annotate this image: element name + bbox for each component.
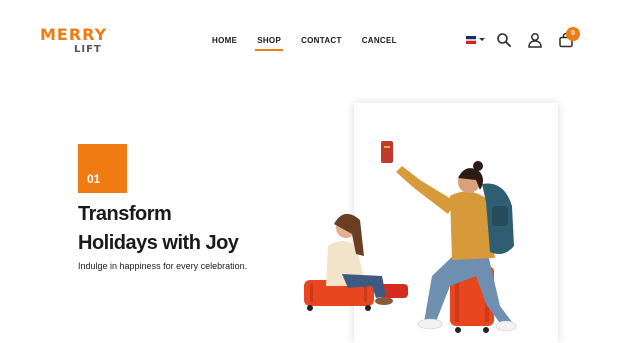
slide-number: 01: [87, 172, 101, 186]
nav-shop[interactable]: SHOP: [255, 34, 284, 51]
cart-count-badge: 0: [566, 27, 580, 41]
hero-title-line-2: Holidays with Joy: [78, 232, 239, 254]
logo-bottom-text: LIFT: [74, 44, 102, 55]
hero-title: Transform Holidays with Joy: [78, 200, 239, 258]
site-header: MERRY LIFT HOME SHOP CONTACT CANCEL 0: [0, 0, 620, 80]
nav-cancel[interactable]: CANCEL: [360, 34, 399, 51]
main-nav: HOME SHOP CONTACT CANCEL: [210, 34, 415, 51]
search-icon[interactable]: [496, 32, 512, 48]
slide-number-box: 01: [78, 144, 127, 193]
travelers-photo: [304, 141, 517, 333]
user-icon[interactable]: [527, 32, 543, 48]
flag-icon[interactable]: [466, 36, 476, 44]
logo-top-text: MERRY: [40, 25, 108, 44]
logo[interactable]: MERRY LIFT: [40, 26, 106, 60]
chevron-down-icon[interactable]: [479, 38, 485, 41]
nav-home[interactable]: HOME: [210, 34, 239, 51]
hero-subtitle: Indulge in happiness for every celebrati…: [78, 261, 248, 271]
nav-contact[interactable]: CONTACT: [299, 34, 344, 51]
hero-title-line-1: Transform: [78, 203, 172, 225]
